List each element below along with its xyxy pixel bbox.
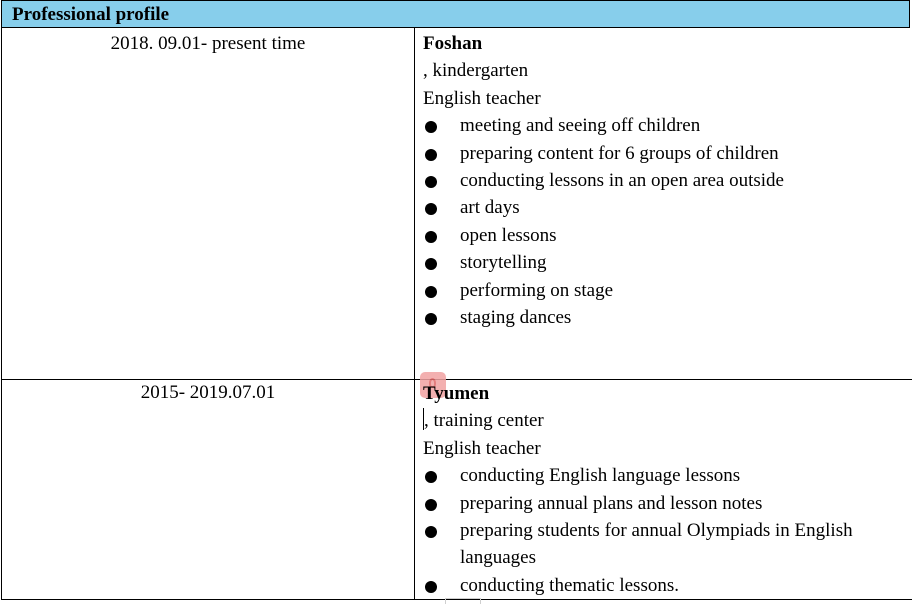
entry-content: Foshan , kindergarten English teacher me… [423, 30, 784, 331]
bullet-icon [425, 498, 437, 511]
entry-date: 2015- 2019.07.01 [140, 382, 276, 403]
table-middle-border [414, 28, 415, 600]
bullet-icon [425, 313, 437, 326]
entry-date: 2018. 09.01- present time [110, 33, 306, 54]
list-item: conducting lessons in an open area outsi… [423, 167, 784, 194]
job-role: English teacher [423, 87, 541, 109]
bullet-icon [425, 526, 437, 539]
bullet-icon [425, 230, 437, 243]
list-item: conducting thematic lessons. [423, 572, 903, 599]
duties-list: meeting and seeing off children preparin… [423, 112, 784, 331]
list-item: open lessons [423, 222, 784, 249]
bullet-icon [425, 285, 437, 298]
list-item: preparing content for 6 groups of childr… [423, 140, 784, 167]
list-item: staging dances [423, 304, 784, 331]
bullet-icon [425, 258, 437, 271]
section-title: Professional profile [12, 4, 170, 25]
bullet-icon [425, 203, 437, 216]
company-name: Foshan [423, 33, 483, 54]
section-header: Professional profile [1, 0, 910, 28]
job-role: English teacher [423, 437, 541, 459]
list-item: conducting English language lessons [423, 462, 903, 489]
table-left-border [1, 28, 2, 600]
bullet-icon [425, 148, 437, 161]
bullet-icon [425, 176, 437, 189]
bullet-icon [425, 471, 437, 484]
list-item: art days [423, 194, 784, 221]
list-item: preparing students for annual Olympiads … [423, 517, 903, 572]
list-item: storytelling [423, 249, 784, 276]
bullet-icon [425, 580, 437, 593]
list-item: meeting and seeing off children [423, 112, 784, 139]
list-item: performing on stage [423, 277, 784, 304]
duties-list: conducting English language lessons prep… [423, 462, 903, 599]
workplace-line[interactable]: , training center [423, 407, 903, 434]
list-item: preparing annual plans and lesson notes [423, 490, 903, 517]
workplace: , training center [424, 410, 544, 432]
entry-content: Tyumen , training center English teacher… [423, 380, 903, 599]
bullet-icon [425, 121, 437, 134]
company-name: Tyumen [423, 383, 490, 404]
workplace: , kindergarten [423, 60, 529, 82]
page-tab [445, 598, 481, 604]
